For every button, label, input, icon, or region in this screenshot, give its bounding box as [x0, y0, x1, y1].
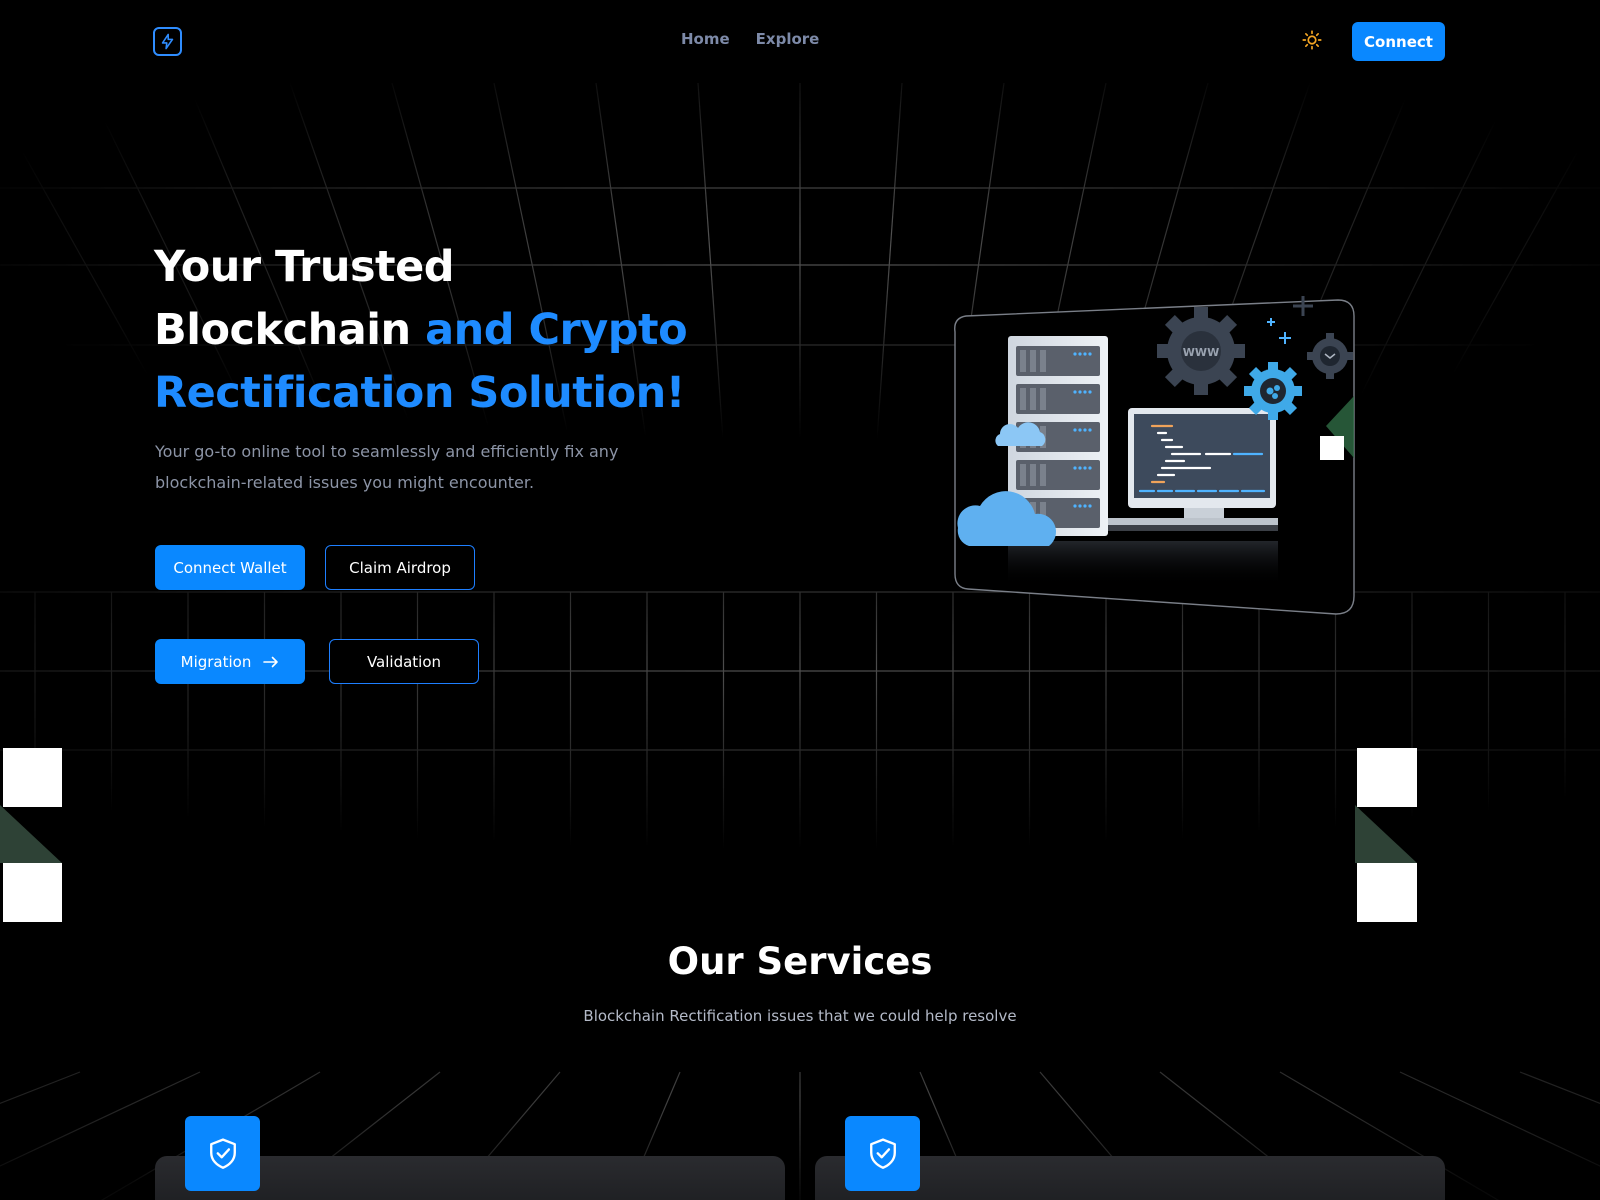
- www-text: WWW: [1183, 346, 1219, 359]
- claim-airdrop-label: Claim Airdrop: [349, 558, 451, 577]
- hero-title-accent: and Crypto: [425, 305, 688, 355]
- services-subtitle: Blockchain Rectification issues that we …: [583, 1007, 1017, 1025]
- main-nav: Home Explore: [681, 30, 819, 48]
- lightning-bolt-icon: [161, 33, 174, 50]
- decor-square: [1357, 863, 1417, 922]
- decor-square: [1357, 748, 1417, 807]
- migration-button[interactable]: Migration: [155, 639, 305, 684]
- nav-home[interactable]: Home: [681, 30, 730, 48]
- nav-explore[interactable]: Explore: [756, 30, 820, 48]
- services-title: Our Services: [667, 940, 933, 983]
- hero-title-line1: Your Trusted: [154, 242, 455, 292]
- connect-wallet-label: Connect Wallet: [173, 558, 287, 577]
- header: Home Explore Connect: [0, 0, 1600, 82]
- grid-line: [1338, 82, 1515, 441]
- connect-button[interactable]: Connect: [1352, 22, 1445, 61]
- shield-check-icon: [209, 1137, 236, 1169]
- grid-line: [0, 1071, 81, 1104]
- hero-illustration: WWW: [954, 296, 1355, 615]
- validation-label: Validation: [366, 652, 442, 671]
- shield-check-icon: [869, 1137, 896, 1169]
- grid-line: [876, 82, 903, 441]
- hero-title-white: Blockchain: [154, 305, 411, 355]
- hero-title: Your Trusted Blockchain and Crypto Recti…: [154, 236, 714, 425]
- grid-line: [1519, 1071, 1600, 1104]
- grid-line: [1415, 110, 1600, 441]
- service-icon-box: [845, 1116, 920, 1191]
- hero-subtitle: Your go-to online tool to seamlessly and…: [155, 442, 619, 492]
- connect-wallet-button[interactable]: Connect Wallet: [155, 545, 305, 590]
- claim-airdrop-button[interactable]: Claim Airdrop: [325, 545, 475, 590]
- page: Home Explore Connect Your Trusted Blockc…: [0, 0, 1600, 1200]
- decor-fold: [0, 805, 62, 863]
- arrow-right-icon: [263, 656, 279, 667]
- service-icon-box: [185, 1116, 260, 1191]
- validation-button[interactable]: Validation: [329, 639, 479, 684]
- migration-label: Migration: [180, 652, 252, 671]
- decor-square: [3, 748, 62, 807]
- hero-title-accent-line3: Rectification Solution!: [154, 368, 685, 418]
- logo[interactable]: [153, 27, 182, 56]
- decor-square: [3, 863, 62, 922]
- theme-toggle[interactable]: [1300, 28, 1324, 52]
- decor-fold: [1355, 805, 1417, 863]
- sun-icon: [1302, 30, 1322, 50]
